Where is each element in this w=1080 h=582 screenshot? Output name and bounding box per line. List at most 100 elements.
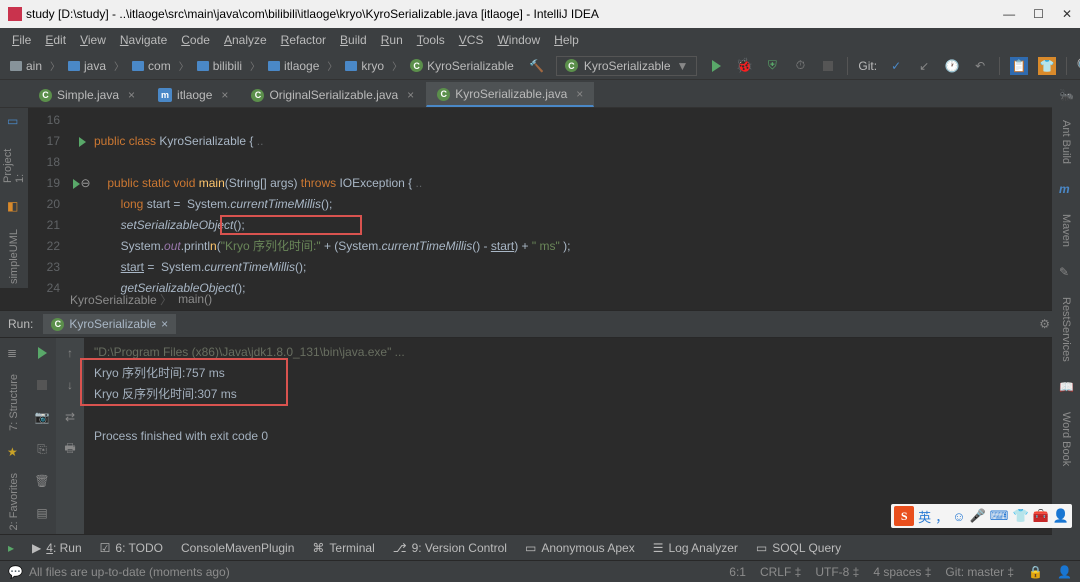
lock-icon[interactable]: 🔒 xyxy=(1028,565,1043,579)
line-content[interactable]: public static void main(String[] args) t… xyxy=(94,173,1080,194)
wordbook-label[interactable]: Word Book xyxy=(1060,408,1072,470)
breadcrumb-com[interactable]: com xyxy=(128,58,193,73)
caret-position[interactable]: 6:1 xyxy=(729,565,746,579)
menu-code[interactable]: Code xyxy=(175,31,216,49)
close-icon[interactable]: × xyxy=(407,88,414,102)
menu-navigate[interactable]: Navigate xyxy=(114,31,173,49)
code-line-20[interactable]: 20 long start = System.currentTimeMillis… xyxy=(28,194,1080,215)
file-encoding[interactable]: UTF-8 xyxy=(815,565,849,579)
close-icon[interactable]: × xyxy=(161,317,168,331)
exit-icon[interactable]: ⎘ xyxy=(33,440,51,458)
print-icon[interactable]: 🖶 xyxy=(61,440,79,458)
breadcrumb-KyroSerializable[interactable]: CKyroSerializable xyxy=(406,59,526,73)
wordbook-icon[interactable]: 📖 xyxy=(1059,380,1073,394)
tab-OriginalSerializable-java[interactable]: COriginalSerializable.java× xyxy=(240,83,425,107)
code-line-19[interactable]: 19⊖ public static void main(String[] arg… xyxy=(28,173,1080,194)
code-area[interactable]: 1617public class KyroSerializable { ..18… xyxy=(28,108,1080,288)
line-content[interactable] xyxy=(94,110,1080,131)
project-tool-label[interactable]: 1: Project xyxy=(2,140,26,187)
breadcrumb-itlaoge[interactable]: itlaoge xyxy=(264,58,341,73)
run-config-selector[interactable]: C KyroSerializable ▼ xyxy=(556,56,698,76)
tab-Simple-java[interactable]: CSimple.java× xyxy=(28,83,146,107)
bottom-tool-6--todo[interactable]: ☑6: TODO xyxy=(100,541,163,555)
menu-edit[interactable]: Edit xyxy=(39,31,72,49)
menu-file[interactable]: File xyxy=(6,31,37,49)
ant-icon[interactable]: 🐜 xyxy=(1059,88,1073,102)
ime-skin-icon[interactable]: 👕 xyxy=(1012,508,1028,524)
ime-emoji-icon[interactable]: ☺ xyxy=(952,509,965,524)
simpleuml-label[interactable]: simpleUML xyxy=(8,225,20,288)
line-content[interactable]: getSerializableObject(); xyxy=(94,278,1080,299)
rerun-button[interactable] xyxy=(33,344,51,362)
bottom-tool-9--version-control[interactable]: ⎇9: Version Control xyxy=(393,541,507,555)
git-branch[interactable]: Git: master xyxy=(945,565,1004,579)
ime-mic-icon[interactable]: 🎤 xyxy=(969,508,985,524)
code-line-22[interactable]: 22 System.out.println("Kryo 序列化时间:" + (S… xyxy=(28,236,1080,257)
code-line-23[interactable]: 23 start = System.currentTimeMillis(); xyxy=(28,257,1080,278)
tab-itlaoge[interactable]: mitlaoge× xyxy=(147,83,239,107)
menu-window[interactable]: Window xyxy=(491,31,546,49)
ime-user-icon[interactable]: 👤 xyxy=(1053,508,1069,524)
gear-icon[interactable]: ⚙ xyxy=(1039,317,1050,331)
minimize-button[interactable]: — xyxy=(1003,7,1015,21)
git-update-icon[interactable]: ✓ xyxy=(887,57,905,75)
bottom-tool-consolemavenplugin[interactable]: ConsoleMavenPlugin xyxy=(181,541,294,555)
gutter-run-icon[interactable] xyxy=(79,137,86,147)
menu-analyze[interactable]: Analyze xyxy=(218,31,273,49)
gutter-run-icon[interactable] xyxy=(73,179,80,189)
code-line-17[interactable]: 17public class KyroSerializable { .. xyxy=(28,131,1080,152)
maven-label[interactable]: Maven xyxy=(1060,210,1072,251)
coverage-button[interactable]: ⛨ xyxy=(763,57,781,75)
simpleuml-icon[interactable]: ◧ xyxy=(7,199,21,213)
git-history-icon[interactable]: 🕐 xyxy=(943,57,961,75)
profile-button[interactable]: ⏱ xyxy=(791,57,809,75)
layout-icon[interactable]: ▤ xyxy=(33,504,51,522)
git-commit-icon[interactable]: ↙ xyxy=(915,57,933,75)
down-icon[interactable]: ↓ xyxy=(61,376,79,394)
project-tool-icon[interactable]: ▭ xyxy=(7,114,21,128)
stop-run-button[interactable] xyxy=(33,376,51,394)
breadcrumb-java[interactable]: java xyxy=(64,58,128,73)
tab-KyroSerializable-java[interactable]: CKyroSerializable.java× xyxy=(426,82,594,107)
run-tab[interactable]: C KyroSerializable × xyxy=(43,314,176,334)
git-revert-icon[interactable]: ↶ xyxy=(971,57,989,75)
menu-help[interactable]: Help xyxy=(548,31,585,49)
menu-run[interactable]: Run xyxy=(375,31,409,49)
breadcrumb-ain[interactable]: ain xyxy=(6,58,64,73)
breadcrumb-kryo[interactable]: kryo xyxy=(341,58,406,73)
run-button[interactable] xyxy=(707,57,725,75)
close-icon[interactable]: × xyxy=(221,88,228,102)
camera-icon[interactable]: 📷 xyxy=(33,408,51,426)
bottom-tool-terminal[interactable]: ⌘Terminal xyxy=(312,541,374,555)
structure-label[interactable]: 7: Structure xyxy=(8,374,20,431)
ime-lang[interactable]: 英 xyxy=(918,507,931,526)
ime-toolbox-icon[interactable]: 🧰 xyxy=(1033,508,1049,524)
line-content[interactable]: System.out.println("Kryo 序列化时间:" + (Syst… xyxy=(94,236,1080,257)
wrap-icon[interactable]: ⇄ xyxy=(61,408,79,426)
breadcrumb-bilibili[interactable]: bilibili xyxy=(193,58,264,73)
bottom-tool-anonymous-apex[interactable]: ▭Anonymous Apex xyxy=(525,541,635,555)
ime-logo-icon[interactable]: S xyxy=(894,506,914,526)
ant-label[interactable]: Ant Build xyxy=(1060,116,1072,168)
close-icon[interactable]: × xyxy=(128,88,135,102)
code-line-24[interactable]: 24 getSerializableObject(); xyxy=(28,278,1080,299)
bottom-tool-4--run[interactable]: ▶4: Run xyxy=(32,541,82,555)
line-separator[interactable]: CRLF xyxy=(760,565,791,579)
menu-build[interactable]: Build xyxy=(334,31,373,49)
menu-tools[interactable]: Tools xyxy=(411,31,451,49)
hammer-icon[interactable]: 🔨 xyxy=(528,57,546,75)
toolbar-icon-a[interactable]: 📋 xyxy=(1010,57,1028,75)
line-content[interactable]: public class KyroSerializable { .. xyxy=(94,131,1080,152)
stop-button[interactable] xyxy=(819,57,837,75)
close-button[interactable]: ✕ xyxy=(1062,7,1072,21)
code-line-16[interactable]: 16 xyxy=(28,110,1080,131)
menu-view[interactable]: View xyxy=(74,31,112,49)
maven-icon[interactable]: m xyxy=(1059,182,1073,196)
bottom-tool-soql-query[interactable]: ▭SOQL Query xyxy=(756,541,841,555)
ime-toolbar[interactable]: S 英 ， ☺ 🎤 ⌨ 👕 🧰 👤 xyxy=(891,504,1072,528)
line-content[interactable] xyxy=(94,152,1080,173)
line-content[interactable]: long start = System.currentTimeMillis(); xyxy=(94,194,1080,215)
favorites-tool-icon[interactable]: ★ xyxy=(7,445,21,459)
bottom-tool-log-analyzer[interactable]: ☰Log Analyzer xyxy=(653,541,738,555)
menu-refactor[interactable]: Refactor xyxy=(275,31,332,49)
